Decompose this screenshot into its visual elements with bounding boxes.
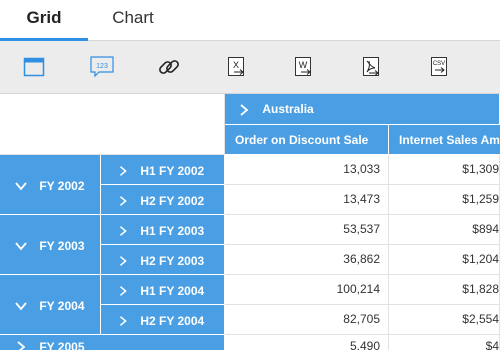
number-format-icon: 123 [90, 56, 114, 78]
value-cell[interactable]: 13,033 [225, 155, 389, 185]
year-label: FY 2005 [39, 339, 85, 350]
column-header[interactable]: Order on Discount Sale [225, 125, 389, 155]
csv-export-button[interactable]: CSV [422, 49, 458, 85]
chevron-right-icon [119, 315, 127, 326]
value-cell[interactable]: 53,537 [225, 215, 389, 245]
half-row-header[interactable]: H2 FY 2003 [101, 245, 225, 275]
value-cell[interactable]: $4 [389, 335, 500, 350]
value-cell[interactable]: $2,554 [389, 305, 500, 335]
link-button[interactable] [151, 49, 187, 85]
link-icon [159, 60, 179, 74]
tab-bar: Grid Chart [0, 0, 500, 41]
chevron-right-icon [119, 255, 127, 266]
csv-icon-label: CSV [433, 61, 445, 67]
grid-corner [0, 94, 225, 155]
year-row-header[interactable]: FY 2005 [0, 335, 225, 350]
word-export-button[interactable]: W [286, 49, 322, 85]
chevron-down-icon [15, 242, 27, 251]
year-row-header[interactable]: FY 2002 [0, 155, 101, 215]
pdf-export-button[interactable] [354, 49, 390, 85]
chevron-right-icon [240, 104, 249, 116]
half-row-header[interactable]: H2 FY 2004 [101, 305, 225, 335]
half-label: H1 FY 2002 [140, 163, 205, 178]
value-cell[interactable]: 13,473 [225, 185, 389, 215]
half-label: H2 FY 2003 [140, 253, 205, 268]
half-label: H1 FY 2004 [140, 283, 205, 298]
year-label: FY 2002 [39, 178, 85, 193]
value-cell[interactable]: $1,204 [389, 245, 500, 275]
value-cell[interactable]: 82,705 [225, 305, 389, 335]
svg-text:X: X [233, 60, 239, 70]
half-row-header[interactable]: H1 FY 2002 [101, 155, 225, 185]
excel-export-icon: X [228, 57, 244, 76]
excel-export-button[interactable]: X [219, 49, 255, 85]
chevron-right-icon [119, 165, 127, 176]
chevron-right-icon [119, 285, 127, 296]
word-export-icon: W [295, 57, 311, 76]
chevron-right-icon [119, 225, 127, 236]
value-cell[interactable]: $1,309 [389, 155, 500, 185]
number-format-icon-label: 123 [96, 63, 108, 70]
year-label: FY 2004 [39, 298, 85, 313]
svg-text:W: W [299, 60, 308, 70]
chevron-down-icon [15, 302, 27, 311]
half-label: H2 FY 2004 [140, 313, 205, 328]
value-cell[interactable]: $894 [389, 215, 500, 245]
value-cell[interactable]: 5,490 [225, 335, 389, 350]
grid-view-icon [23, 57, 45, 77]
pdf-export-icon [363, 57, 379, 76]
tab-chart[interactable]: Chart [98, 0, 168, 40]
pivot-grid: Australia Order on Discount Sale Interne… [0, 94, 500, 350]
chevron-right-icon [119, 195, 127, 206]
half-label: H2 FY 2002 [140, 193, 205, 208]
number-format-button[interactable]: 123 [84, 49, 120, 85]
toolbar: 123 X W CSV [0, 41, 500, 94]
chevron-down-icon [15, 182, 27, 191]
half-row-header[interactable]: H1 FY 2004 [101, 275, 225, 305]
value-cell[interactable]: $1,259 [389, 185, 500, 215]
grid-view-button[interactable] [16, 49, 52, 85]
value-cell[interactable]: 100,214 [225, 275, 389, 305]
country-header[interactable]: Australia [225, 94, 500, 125]
value-cell[interactable]: $1,828 [389, 275, 500, 305]
year-row-header[interactable]: FY 2003 [0, 215, 101, 275]
half-label: H1 FY 2003 [140, 223, 205, 238]
csv-export-icon: CSV [431, 57, 447, 76]
half-row-header[interactable]: H2 FY 2002 [101, 185, 225, 215]
value-cell[interactable]: 36,862 [225, 245, 389, 275]
tab-grid[interactable]: Grid [0, 0, 88, 41]
year-label: FY 2003 [39, 238, 85, 253]
column-header[interactable]: Internet Sales Amount [389, 125, 500, 155]
year-row-header[interactable]: FY 2004 [0, 275, 101, 335]
chevron-right-icon [17, 341, 26, 350]
country-label: Australia [262, 102, 314, 117]
half-row-header[interactable]: H1 FY 2003 [101, 215, 225, 245]
